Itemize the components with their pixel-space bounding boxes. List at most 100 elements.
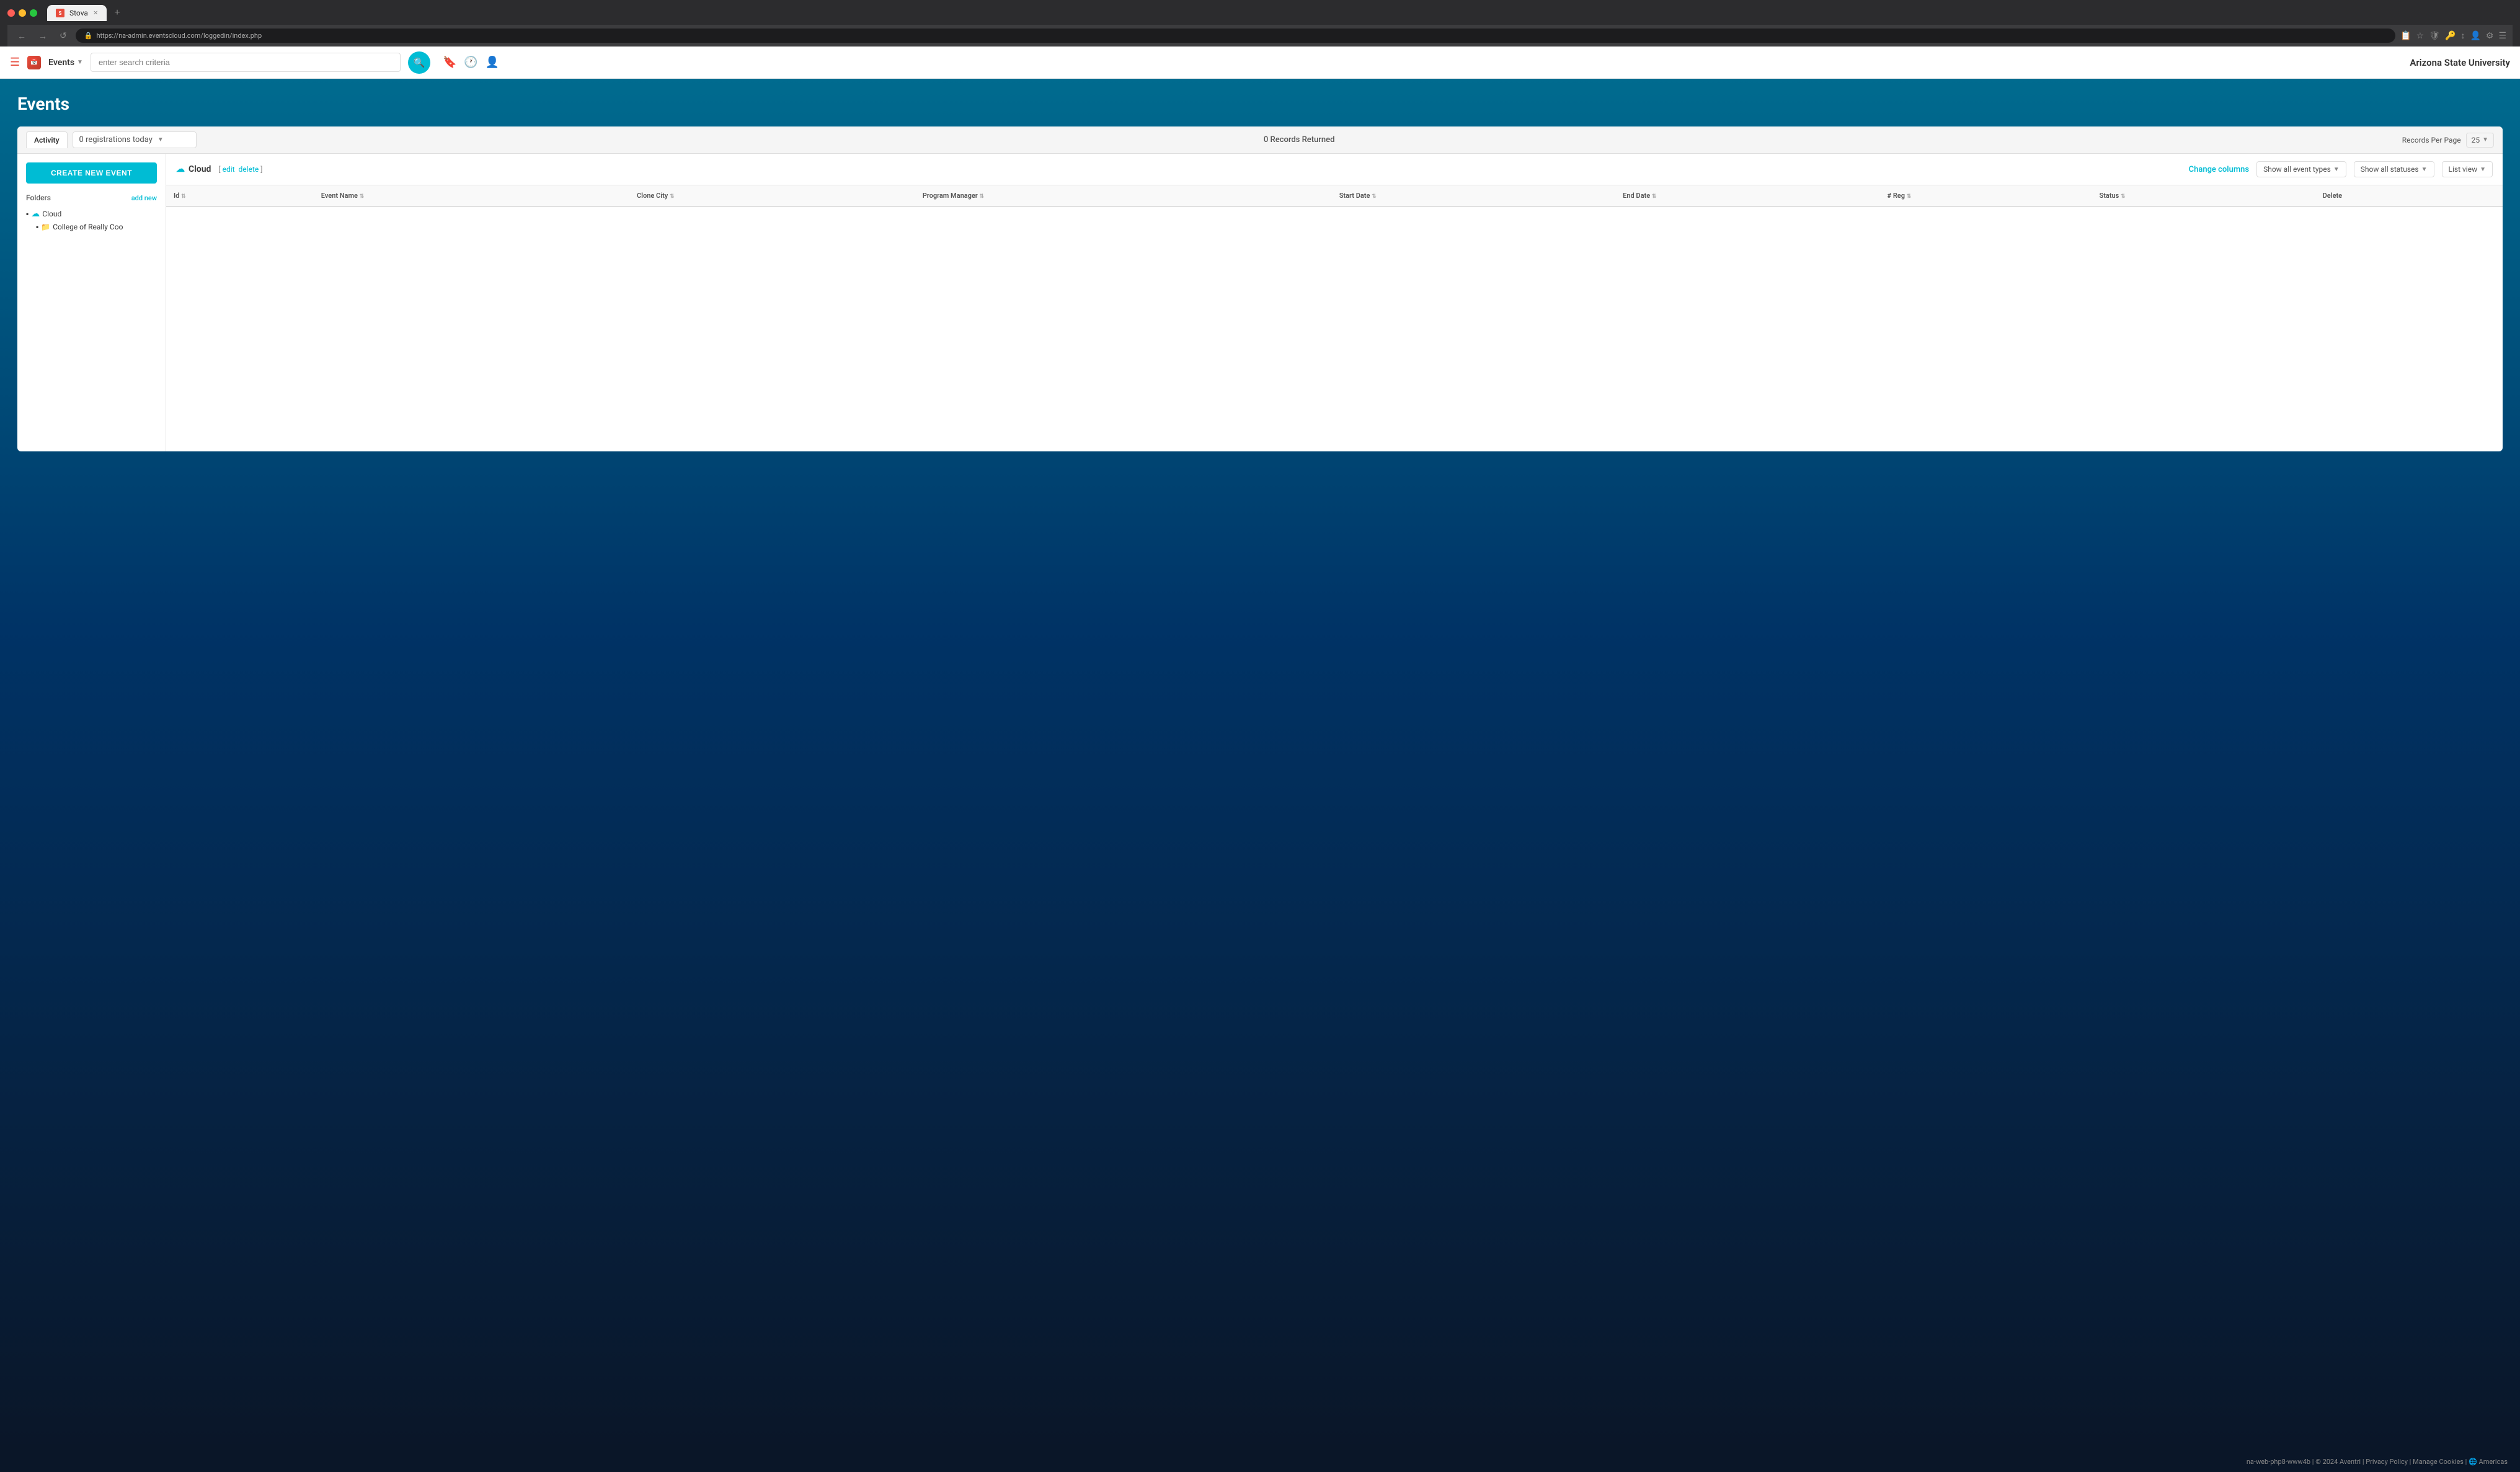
start-date-sort-icon[interactable]: ⇅ <box>1372 193 1377 200</box>
org-name: Arizona State University <box>2410 57 2510 68</box>
active-tab[interactable]: S Stova ✕ <box>47 5 107 21</box>
status-sort-icon[interactable]: ⇅ <box>2121 193 2126 200</box>
cloud-label-tree: Cloud <box>42 210 61 218</box>
collapse-icon: ▪ <box>26 210 29 218</box>
col-clone-city: Clone City ⇅ <box>629 185 915 206</box>
bookmark-header-icon[interactable]: 🔖 <box>443 56 456 69</box>
browser-chrome: S Stova ✕ + ← → ↺ 🔒 https://na-admin.eve… <box>0 0 2520 47</box>
clone-city-sort-icon[interactable]: ⇅ <box>670 193 675 200</box>
col-id: Id ⇅ <box>166 185 314 206</box>
shield-icon[interactable]: 🛡 <box>2429 31 2440 41</box>
create-new-event-button[interactable]: CREATE NEW EVENT <box>26 162 157 184</box>
col-num-reg: # Reg ⇅ <box>1880 185 2092 206</box>
back-button[interactable]: ← <box>14 30 30 42</box>
header-icons: 🔖 🕐 👤 <box>443 56 499 69</box>
page-background: Events Activity 0 registrations today ▼ … <box>0 79 2520 1452</box>
col-event-name: Event Name ⇅ <box>314 185 629 206</box>
list-view-chevron-icon: ▼ <box>2480 166 2486 173</box>
page-footer: na-web-php8-www4b | © 2024 Aventri | Pri… <box>0 1452 2520 1472</box>
registrations-dropdown[interactable]: 0 registrations today ▼ <box>73 131 197 148</box>
folder-item-cloud[interactable]: ▪ ☁ Cloud <box>26 207 157 221</box>
forward-button[interactable]: → <box>35 30 51 42</box>
minimize-dot[interactable] <box>19 9 26 17</box>
records-per-page: Records Per Page 25 ▼ <box>2402 133 2494 148</box>
cloud-folder-icon: ☁ <box>31 209 40 219</box>
id-sort-icon[interactable]: ⇅ <box>181 193 186 200</box>
records-per-page-label: Records Per Page <box>2402 136 2461 144</box>
show-event-types-label: Show all event types <box>2263 165 2331 174</box>
col-status-label: Status <box>2100 192 2119 200</box>
folder-icon: 📁 <box>41 223 50 231</box>
end-date-sort-icon[interactable]: ⇅ <box>1652 193 1657 200</box>
search-button[interactable]: 🔍 <box>408 51 430 74</box>
per-page-chevron-icon: ▼ <box>2482 136 2488 143</box>
num-reg-sort-icon[interactable]: ⇅ <box>1907 193 1912 200</box>
col-delete-label: Delete <box>2323 192 2342 200</box>
account-icon[interactable]: 👤 <box>2470 31 2480 41</box>
extensions-icon[interactable]: ⚙ <box>2486 31 2494 41</box>
page-title: Events <box>17 94 2503 114</box>
events-nav-dropdown[interactable]: Events ▼ <box>48 58 83 68</box>
url-text: https://na-admin.eventscloud.com/loggedi… <box>96 32 262 40</box>
browser-tabs: S Stova ✕ + <box>7 5 2513 21</box>
tab-close-icon[interactable]: ✕ <box>93 10 98 17</box>
sidebar: CREATE NEW EVENT Folders add new ▪ ☁ Clo… <box>17 154 166 451</box>
menu-icon[interactable]: ☰ <box>2498 31 2506 41</box>
col-program-manager: Program Manager ⇅ <box>915 185 1332 206</box>
refresh-button[interactable]: ↺ <box>56 29 71 42</box>
dropdown-chevron-icon: ▼ <box>158 136 164 143</box>
add-new-link[interactable]: add new <box>131 194 157 202</box>
key-icon[interactable]: 🔑 <box>2445 31 2456 41</box>
change-columns-button[interactable]: Change columns <box>2189 165 2249 174</box>
cloud-heading: ☁ Cloud <box>176 164 211 174</box>
close-dot[interactable] <box>7 9 15 17</box>
main-panel: Activity 0 registrations today ▼ 0 Recor… <box>17 126 2503 451</box>
bracket-links: [ edit delete ] <box>218 165 262 174</box>
folder-item-college[interactable]: ▪ 📁 College of Really Coo <box>36 221 157 233</box>
col-delete: Delete <box>2315 185 2503 206</box>
tab-favicon: S <box>56 9 64 17</box>
folders-header: Folders add new <box>26 193 157 202</box>
activity-bar: Activity 0 registrations today ▼ 0 Recor… <box>17 126 2503 154</box>
bookmark-icon[interactable]: ☆ <box>2416 31 2425 41</box>
col-status: Status ⇅ <box>2092 185 2315 206</box>
logo-icon: 📅 <box>27 56 41 69</box>
event-types-chevron-icon: ▼ <box>2333 166 2340 173</box>
per-page-select[interactable]: 25 ▼ <box>2466 133 2494 148</box>
program-manager-sort-icon[interactable]: ⇅ <box>980 193 985 200</box>
chevron-down-icon: ▼ <box>77 59 83 66</box>
col-end-date-label: End Date <box>1623 192 1650 200</box>
tab-label: Stova <box>69 9 88 17</box>
event-name-sort-icon[interactable]: ⇅ <box>360 193 365 200</box>
list-view-label: List view <box>2449 165 2478 174</box>
folder-expand-icon: ▪ <box>36 223 38 231</box>
table-toolbar: ☁ Cloud [ edit delete ] Change columns S… <box>166 154 2503 185</box>
clock-icon[interactable]: 🕐 <box>464 56 477 69</box>
content-area: CREATE NEW EVENT Folders add new ▪ ☁ Clo… <box>17 154 2503 451</box>
col-start-date: Start Date ⇅ <box>1332 185 1615 206</box>
events-table: Id ⇅ Event Name ⇅ Clone City ⇅ <box>166 185 2503 207</box>
list-view-button[interactable]: List view ▼ <box>2442 161 2493 177</box>
profile-icon[interactable]: 👤 <box>486 56 499 69</box>
edit-link[interactable]: edit <box>223 165 235 174</box>
browser-toolbar: ← → ↺ 🔒 https://na-admin.eventscloud.com… <box>7 25 2513 47</box>
col-id-label: Id <box>174 192 179 200</box>
search-input[interactable] <box>91 53 401 72</box>
col-program-manager-label: Program Manager <box>923 192 978 200</box>
show-event-types-button[interactable]: Show all event types ▼ <box>2256 161 2346 177</box>
col-clone-city-label: Clone City <box>637 192 668 200</box>
delete-link[interactable]: delete <box>239 165 259 174</box>
window-controls <box>7 9 37 17</box>
new-tab-button[interactable]: + <box>109 5 125 21</box>
records-returned: 0 Records Returned <box>197 135 2402 144</box>
activity-tab[interactable]: Activity <box>26 131 68 148</box>
sync-icon[interactable]: ↕ <box>2460 30 2465 41</box>
address-bar[interactable]: 🔒 https://na-admin.eventscloud.com/logge… <box>76 29 2395 43</box>
col-event-name-label: Event Name <box>321 192 358 200</box>
folders-label: Folders <box>26 193 51 202</box>
table-area: ☁ Cloud [ edit delete ] Change columns S… <box>166 154 2503 451</box>
show-statuses-button[interactable]: Show all statuses ▼ <box>2354 161 2434 177</box>
reading-list-icon[interactable]: 📋 <box>2400 31 2411 41</box>
maximize-dot[interactable] <box>30 9 37 17</box>
hamburger-icon[interactable]: ☰ <box>10 56 20 69</box>
